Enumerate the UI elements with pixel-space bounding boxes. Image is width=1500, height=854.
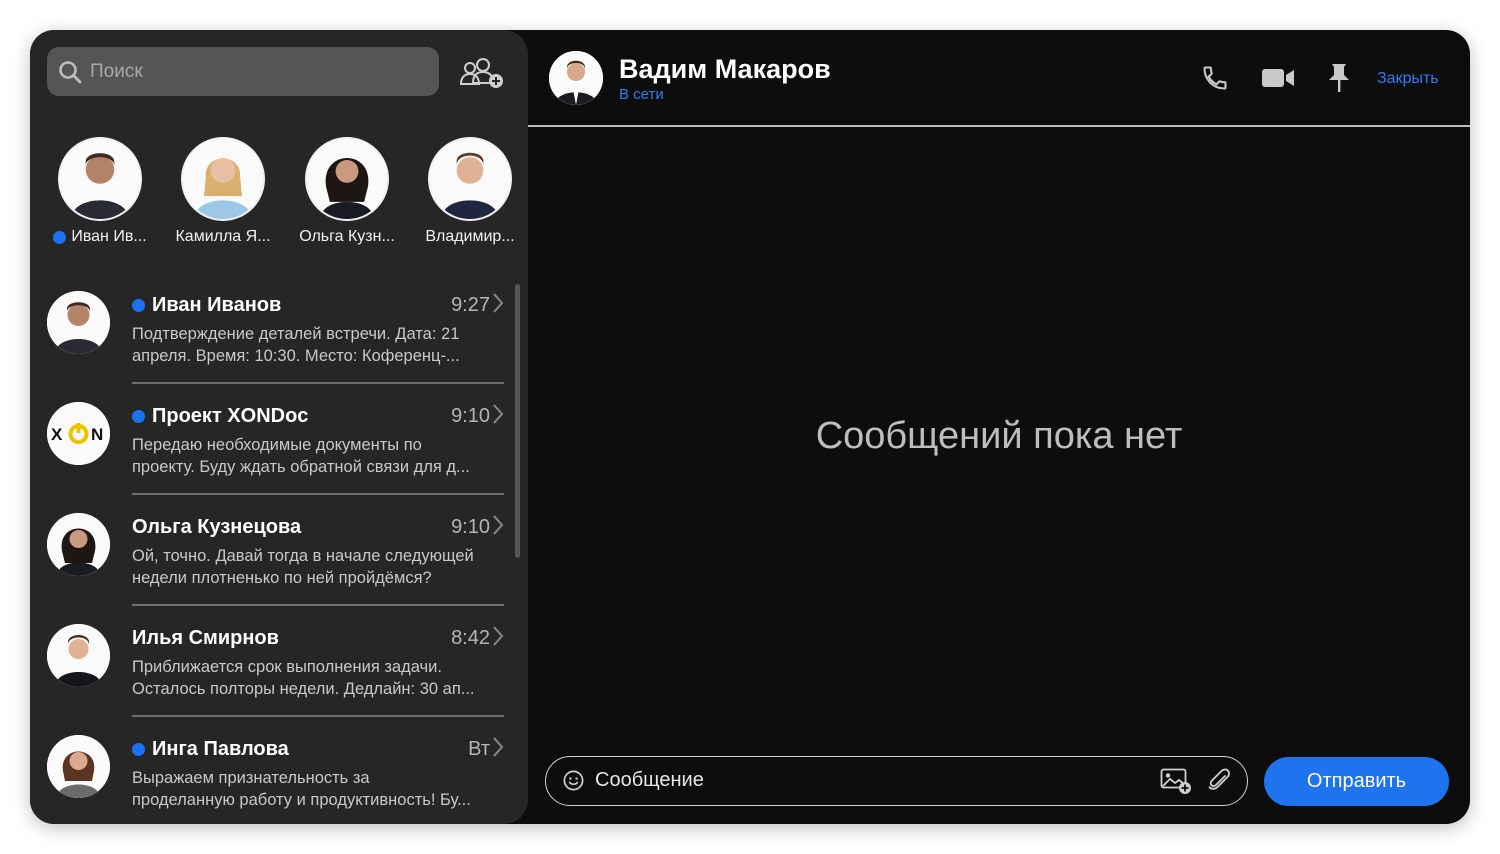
avatar <box>47 291 110 354</box>
chat-preview: Выражаем признательность за проделанную р… <box>132 769 471 809</box>
chat-time: Вт <box>468 737 490 760</box>
chat-item-inga-pavlova[interactable]: Инга Павлова Вт Выражаем признательность… <box>30 724 528 824</box>
pin-icon <box>1329 64 1349 92</box>
stories-row: Иван Ив... Камилла Я... Ольга Кузн... Вл… <box>30 137 528 257</box>
message-input[interactable] <box>595 757 1135 804</box>
chevron-right-icon <box>493 626 504 646</box>
chat-item-ivan-ivanov[interactable]: Иван Иванов 9:27 Подтверждение деталей в… <box>30 280 528 391</box>
online-indicator <box>53 230 67 244</box>
divider <box>132 382 504 384</box>
emoji-icon[interactable] <box>562 769 585 792</box>
add-image-icon[interactable] <box>1160 767 1192 795</box>
chat-time: 8:42 <box>451 626 490 649</box>
avatar <box>47 513 110 576</box>
avatar <box>58 137 142 221</box>
chat-item-olga-kuznetsova[interactable]: Ольга Кузнецова 9:10 Ой, точно. Давай то… <box>30 502 528 613</box>
video-camera-icon <box>1262 69 1294 87</box>
chat-item-ilya-smirnov[interactable]: Илья Смирнов 8:42 Приближается срок выпо… <box>30 613 528 724</box>
add-users-icon <box>459 58 503 88</box>
chat-list: Иван Иванов 9:27 Подтверждение деталей в… <box>30 280 528 824</box>
contact-name: Вадим Макаров <box>619 54 831 84</box>
message-composer <box>545 756 1248 806</box>
svg-text:X: X <box>51 425 63 444</box>
chevron-right-icon <box>493 293 504 313</box>
paperclip-icon[interactable] <box>1207 767 1231 795</box>
chevron-right-icon <box>493 404 504 424</box>
svg-text:N: N <box>91 425 103 444</box>
xon-logo-icon: X N <box>47 402 110 465</box>
story-name: Ольга Кузн... <box>299 228 395 245</box>
search-input[interactable] <box>90 60 410 83</box>
divider <box>132 715 504 717</box>
story-name: Камилла Я... <box>175 228 271 245</box>
chat-name: Иван Иванов <box>152 293 282 316</box>
avatar <box>47 624 110 687</box>
chevron-right-icon <box>493 737 504 757</box>
sidebar: Иван Ив... Камилла Я... Ольга Кузн... Вл… <box>30 30 528 824</box>
contact-status: В сети <box>619 86 664 103</box>
avatar[interactable] <box>549 51 603 105</box>
chat-preview: Передаю необходимые документы по проекту.… <box>132 436 470 476</box>
avatar: X N <box>47 402 110 465</box>
messenger-window: Иван Ив... Камилла Я... Ольга Кузн... Вл… <box>30 30 1470 824</box>
empty-state-text: Сообщений пока нет <box>815 415 1183 457</box>
chat-time: 9:10 <box>451 404 490 427</box>
divider <box>132 604 504 606</box>
online-indicator <box>132 742 145 756</box>
chat-preview: Ой, точно. Давай тогда в начале следующе… <box>132 547 474 587</box>
chat-name: Инга Павлова <box>152 737 289 760</box>
pin-button[interactable] <box>1319 60 1359 96</box>
chat-list-scrollbar[interactable] <box>515 284 520 558</box>
phone-icon <box>1203 66 1227 90</box>
chat-preview: Приближается срок выполнения задачи. Оста… <box>132 658 475 698</box>
online-indicator <box>132 298 145 312</box>
chat-preview: Подтверждение деталей встречи. Дата: 21 а… <box>132 325 460 365</box>
story-item[interactable]: Камилла Я... <box>161 137 285 246</box>
avatar <box>428 137 512 221</box>
search-box[interactable] <box>47 47 439 96</box>
chat-name: Проект XONDoc <box>152 404 309 427</box>
story-name: Иван Ив... <box>71 228 147 245</box>
chat-name: Ольга Кузнецова <box>132 515 302 538</box>
chat-time: 9:27 <box>451 293 490 316</box>
chat-header: Вадим Макаров В сети Закрыть <box>528 30 1470 127</box>
chat-item-xondoc[interactable]: X N Проект XONDoc 9:10 Передаю необходим… <box>30 391 528 502</box>
avatar <box>47 735 110 798</box>
story-item[interactable]: Ольга Кузн... <box>285 137 409 246</box>
chat-time: 9:10 <box>451 515 490 538</box>
send-button[interactable]: Отправить <box>1264 757 1449 806</box>
story-item[interactable]: Иван Ив... <box>38 137 162 246</box>
close-button[interactable]: Закрыть <box>1377 70 1439 88</box>
story-item[interactable]: Владимир... <box>408 137 528 246</box>
divider <box>132 493 504 495</box>
online-indicator <box>132 409 145 423</box>
call-button[interactable] <box>1195 60 1235 96</box>
search-icon <box>59 60 82 83</box>
story-name: Владимир... <box>425 228 515 245</box>
chat-name: Илья Смирнов <box>132 626 279 649</box>
chevron-right-icon <box>493 515 504 535</box>
avatar <box>181 137 265 221</box>
video-call-button[interactable] <box>1258 60 1298 96</box>
add-contact-button[interactable] <box>458 56 506 92</box>
avatar <box>305 137 389 221</box>
